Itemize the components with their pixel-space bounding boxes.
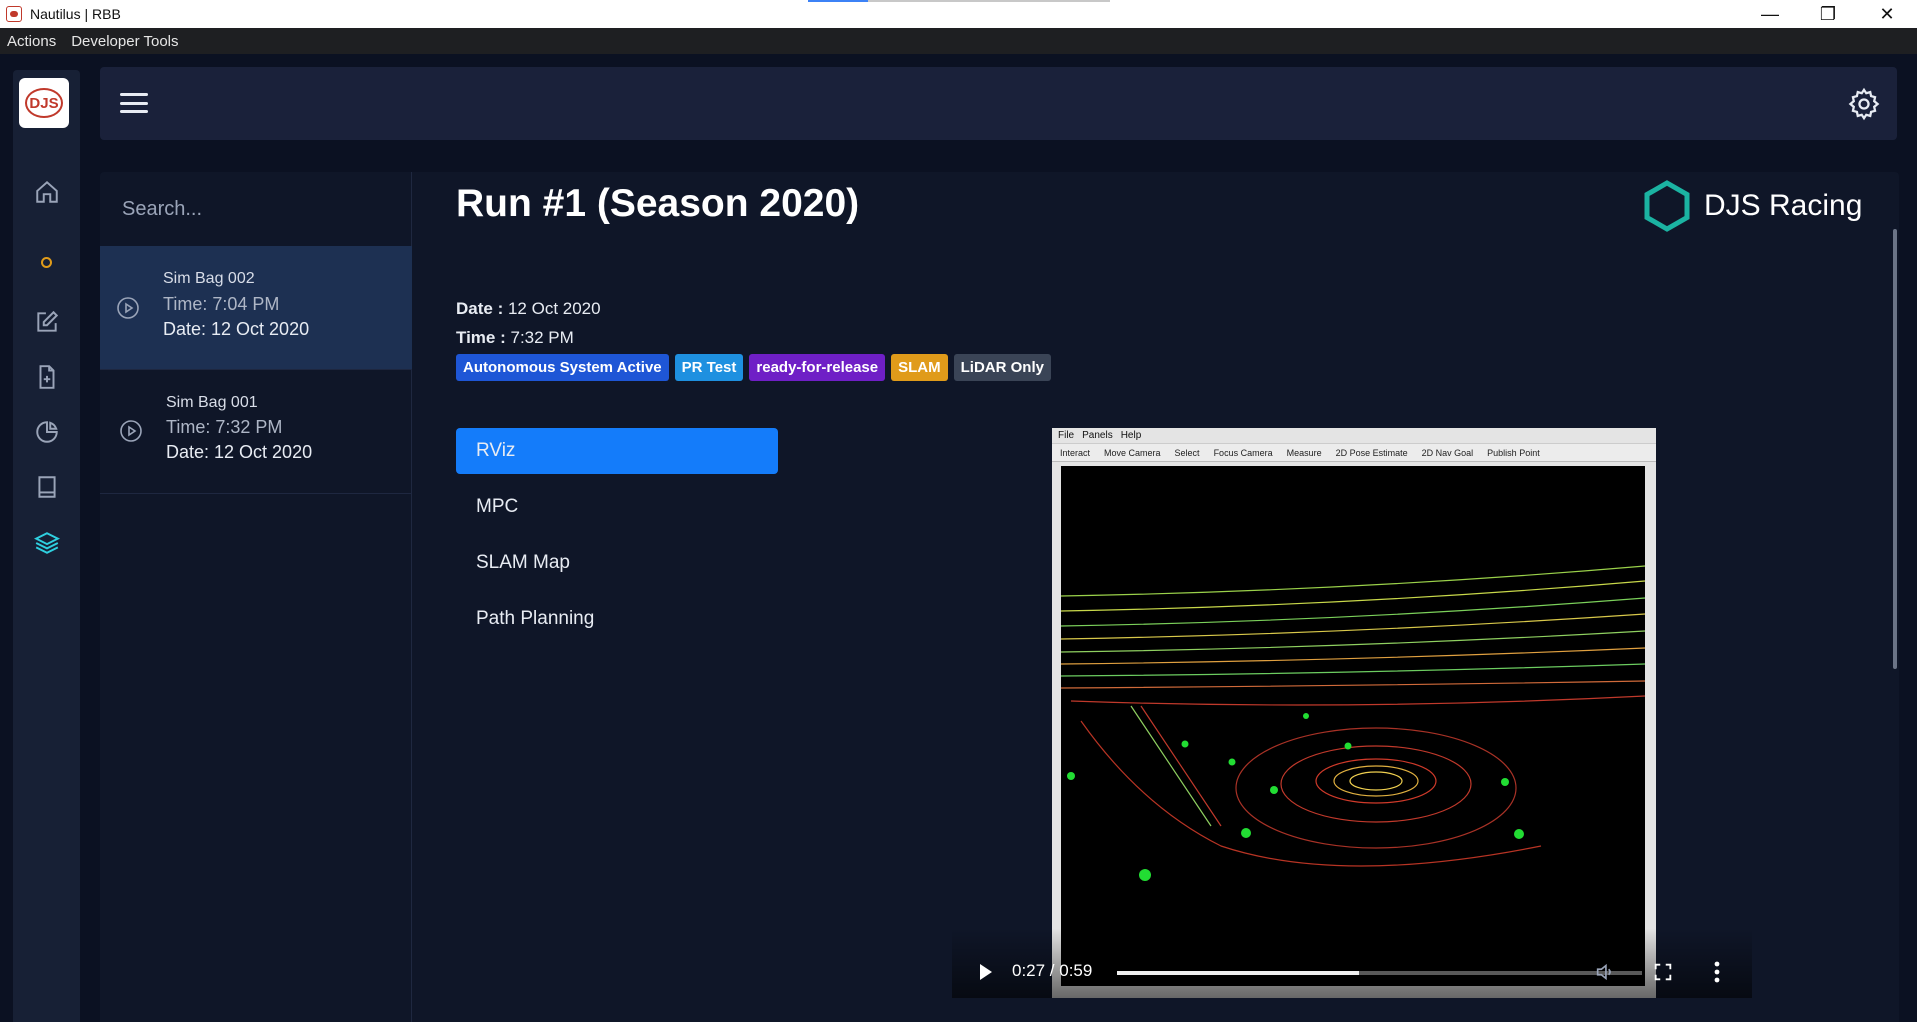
bag-list: Sim Bag 002 Time: 7:04 PM Date: 12 Oct 2… [100, 172, 412, 1022]
book-icon[interactable] [33, 473, 61, 501]
bag-item-sim-bag-002[interactable]: Sim Bag 002 Time: 7:04 PM Date: 12 Oct 2… [100, 246, 412, 370]
tab-slam-map[interactable]: SLAM Map [456, 540, 778, 586]
play-icon[interactable] [980, 964, 992, 980]
volume-icon[interactable] [1594, 961, 1616, 983]
pie-chart-icon[interactable] [33, 418, 61, 446]
djs-logo-icon[interactable]: DJS [19, 78, 69, 128]
window-titlebar: Nautilus | RBB — ❐ ✕ [0, 0, 1917, 28]
window-title: Nautilus | RBB [30, 6, 121, 22]
logo-mark: DJS [25, 88, 63, 118]
menubar: Actions Developer Tools [0, 28, 1917, 54]
top-header [100, 67, 1897, 140]
status-dot-icon[interactable] [41, 257, 52, 268]
rviz-tool: 2D Pose Estimate [1335, 447, 1408, 458]
main-scrollbar[interactable] [1893, 229, 1897, 669]
close-button[interactable]: ✕ [1858, 0, 1916, 28]
rviz-tool: Publish Point [1487, 447, 1540, 458]
gear-icon[interactable] [1847, 87, 1881, 121]
minimize-button[interactable]: — [1741, 0, 1799, 28]
tab-mpc[interactable]: MPC [456, 484, 778, 530]
hexagon-icon [1644, 180, 1690, 232]
titlebar-accent [808, 0, 1110, 2]
tab-path-planning[interactable]: Path Planning [456, 596, 778, 642]
video-progress-fill [1117, 971, 1359, 975]
layers-icon[interactable] [33, 529, 61, 557]
rviz-tool: 2D Nav Goal [1421, 447, 1474, 458]
video-player[interactable]: File Panels Help Interact Move Camera Se… [952, 428, 1752, 998]
search-input[interactable] [100, 172, 412, 246]
page-title: Run #1 (Season 2020) [456, 182, 860, 225]
app-logo-icon [6, 6, 22, 22]
tag-slam: SLAM [891, 354, 948, 381]
lidar-point-cloud [1060, 466, 1646, 986]
view-tabs: RViz MPC SLAM Map Path Planning [456, 428, 778, 652]
tag-lidar-only: LiDAR Only [953, 354, 1051, 381]
rviz-menu-file: File [1058, 430, 1075, 441]
point-cloud-drawing [1060, 565, 1646, 881]
rviz-tool: Focus Camera [1213, 447, 1273, 458]
video-controls: 0:27 / 0:59 [952, 928, 1752, 998]
tag-list: Autonomous System Active PR Test ready-f… [456, 354, 1051, 381]
play-circle-icon [120, 420, 142, 442]
rviz-tool: Measure [1286, 447, 1322, 458]
play-circle-icon [117, 297, 139, 319]
run-time: Time : 7:32 PM [456, 328, 574, 348]
time-label: Time : [456, 328, 506, 347]
rviz-tool: Select [1174, 447, 1200, 458]
sidebar: DJS [13, 70, 80, 1022]
bag-time: Time: 7:04 PM [163, 294, 280, 314]
rviz-toolbar: Interact Move Camera Select Focus Camera… [1052, 443, 1656, 462]
edit-icon[interactable] [33, 308, 61, 336]
rviz-menu-panels: Panels [1082, 430, 1113, 441]
bag-name: Sim Bag 001 [166, 394, 258, 411]
hamburger-icon[interactable] [120, 91, 148, 115]
rviz-menubar: File Panels Help [1052, 428, 1656, 443]
video-time: 0:27 / 0:59 [1012, 961, 1093, 980]
fullscreen-icon[interactable] [1652, 961, 1674, 983]
tag-autonomous-system-active: Autonomous System Active [456, 354, 669, 381]
bag-date: Date: 12 Oct 2020 [163, 319, 310, 339]
rviz-menu-help: Help [1120, 430, 1142, 441]
restore-button[interactable]: ❐ [1799, 0, 1857, 28]
home-icon[interactable] [33, 178, 61, 206]
team-brand: DJS Racing [1643, 180, 1862, 232]
more-options-icon[interactable] [1714, 961, 1720, 983]
tag-ready-for-release: ready-for-release [749, 354, 886, 381]
bag-name: Sim Bag 002 [163, 270, 255, 287]
rviz-frame: File Panels Help Interact Move Camera Se… [1052, 428, 1656, 998]
run-date: Date : 12 Oct 2020 [456, 299, 601, 319]
menu-actions[interactable]: Actions [7, 33, 56, 50]
menu-developer-tools[interactable]: Developer Tools [71, 33, 178, 50]
bag-item-sim-bag-001[interactable]: Sim Bag 001 Time: 7:32 PM Date: 12 Oct 2… [100, 370, 412, 494]
team-name: DJS Racing [1704, 189, 1863, 222]
tab-rviz[interactable]: RViz [456, 428, 778, 474]
date-label: Date : [456, 299, 504, 318]
tag-pr-test: PR Test [674, 354, 744, 381]
rviz-tool: Interact [1060, 447, 1091, 458]
date-value: 12 Oct 2020 [507, 299, 601, 318]
bag-time: Time: 7:32 PM [166, 417, 283, 437]
main-panel: Sim Bag 002 Time: 7:04 PM Date: 12 Oct 2… [100, 172, 1899, 1022]
video-progress-bar[interactable] [1117, 971, 1642, 975]
bag-date: Date: 12 Oct 2020 [166, 442, 313, 462]
add-file-icon[interactable] [33, 363, 61, 391]
time-value: 7:32 PM [510, 328, 574, 347]
rviz-tool: Move Camera [1104, 447, 1161, 458]
